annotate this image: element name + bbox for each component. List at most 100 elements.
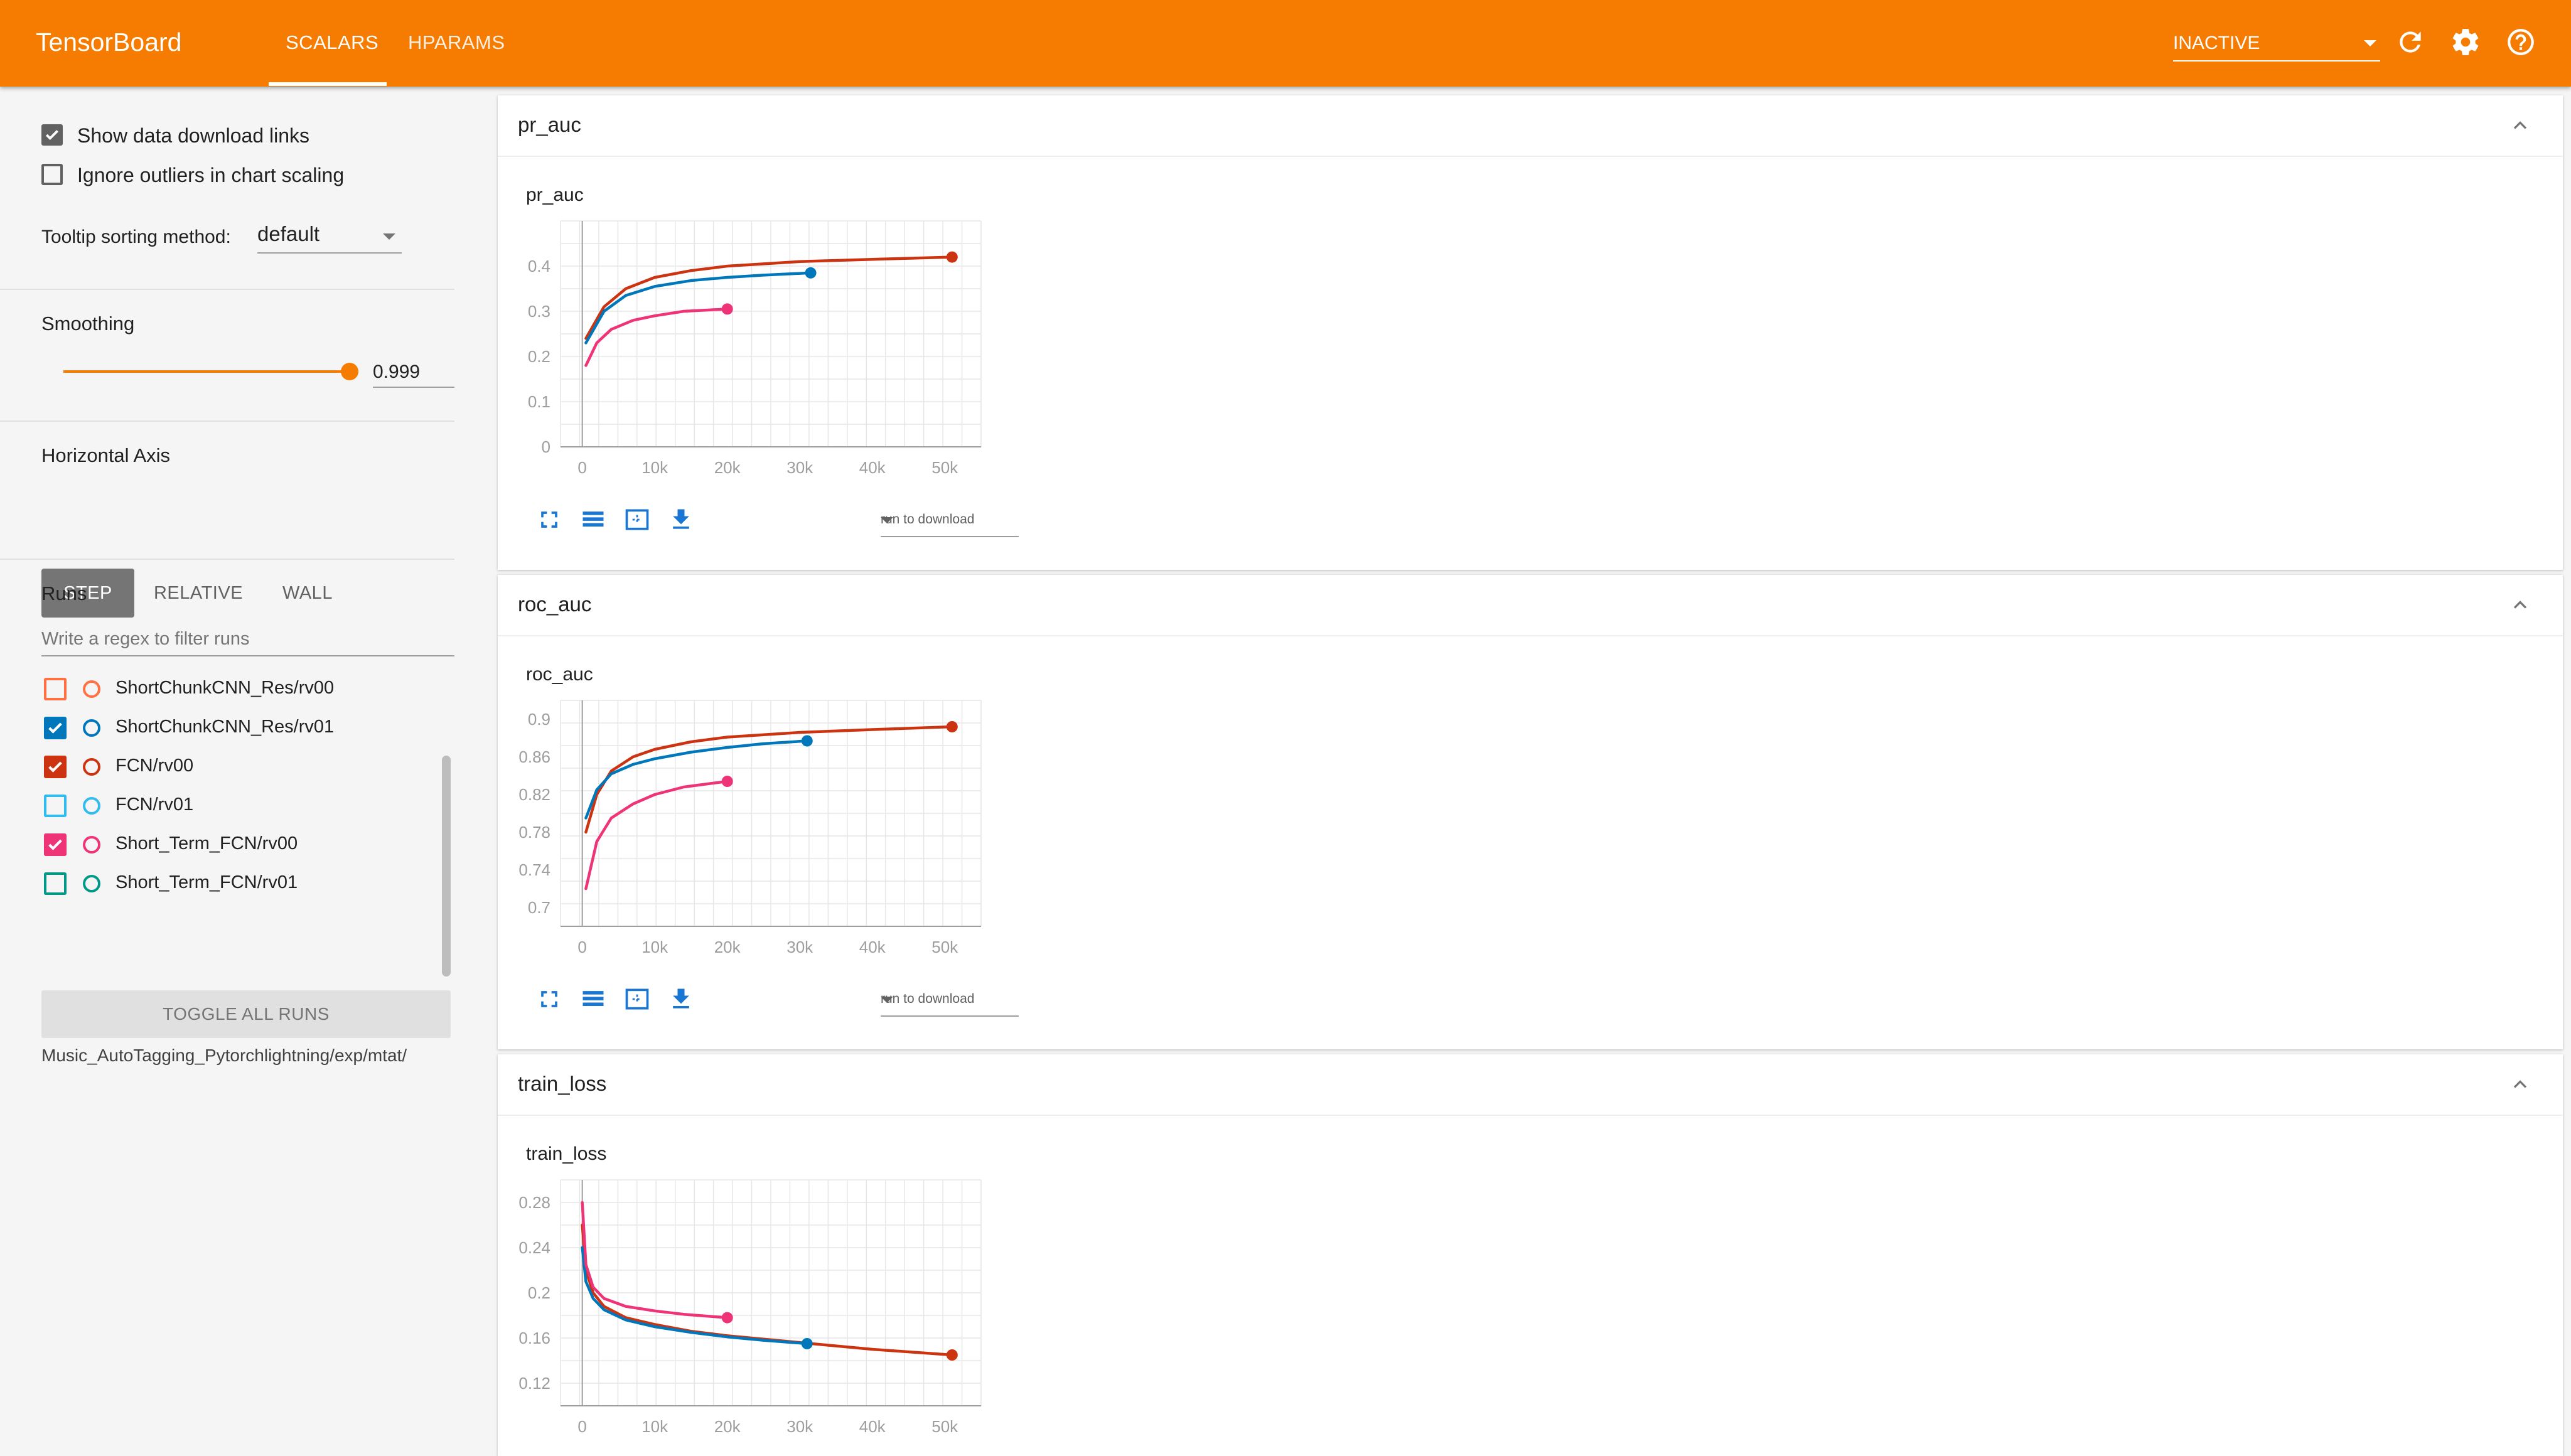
y-tick-label: 0.78 (518, 823, 550, 842)
tooltip-sorting-label: Tooltip sorting method: (41, 227, 231, 247)
chevron-up-icon[interactable] (2509, 1073, 2531, 1096)
y-tick-label: 0.9 (528, 710, 550, 729)
series-end-point (721, 776, 733, 787)
run-checkbox[interactable] (44, 833, 67, 856)
tooltip-sorting-value: default (257, 222, 320, 245)
inactive-plugins-select[interactable]: INACTIVE (2173, 29, 2380, 62)
runs-label: Runs (41, 582, 87, 604)
run-item[interactable]: FCN/rv01 (44, 790, 439, 821)
ignore-outliers-label: Ignore outliers in chart scaling (77, 164, 345, 186)
checkmark-icon (48, 761, 62, 773)
chevron-up-icon[interactable] (2509, 114, 2531, 137)
x-tick-label: 40k (859, 458, 886, 477)
category-header[interactable]: train_loss (498, 1054, 2563, 1116)
series-line (584, 308, 729, 367)
show-download-links-checkbox[interactable] (41, 124, 63, 146)
tab-hparams[interactable]: HPARAMS (408, 31, 505, 54)
checkmark-icon (48, 839, 62, 850)
ignore-outliers-checkbox[interactable] (41, 164, 63, 185)
refresh-icon[interactable] (2395, 26, 2426, 58)
chart-title: train_loss (526, 1143, 607, 1164)
run-color-swatch[interactable] (83, 836, 100, 854)
horizontal-axis-label: Horizontal Axis (41, 444, 171, 466)
line-chart[interactable]: 0.12 0.16 0.2 0.24 0.28 0 10k 20k 30k 40k 50k (498, 1167, 1000, 1443)
x-tick-label: 10k (641, 938, 668, 956)
series-end-point (721, 303, 733, 315)
series-end-point (721, 1312, 733, 1324)
run-checkbox[interactable] (44, 717, 67, 739)
fit-domain-icon[interactable] (623, 985, 651, 1013)
help-icon[interactable] (2505, 26, 2536, 58)
run-color-swatch[interactable] (83, 758, 100, 776)
run-color-swatch[interactable] (83, 719, 100, 737)
category-header[interactable]: roc_auc (498, 575, 2563, 636)
fullscreen-icon[interactable] (535, 985, 563, 1013)
run-name: ShortChunkCNN_Res/rv00 (115, 678, 335, 698)
y-tick-label: 0.16 (518, 1329, 550, 1347)
run-item[interactable]: Short_Term_FCN/rv01 (44, 867, 439, 899)
log-directory: Music_AutoTagging_Pytorchlightning/exp/m… (41, 1046, 407, 1065)
sidebar: Show data download links Ignore outliers… (0, 87, 480, 1446)
y-tick-label: 0.86 (518, 747, 550, 766)
series-line (584, 779, 729, 891)
fullscreen-icon[interactable] (535, 506, 563, 533)
tab-scalars[interactable]: SCALARS (286, 31, 378, 54)
category-header[interactable]: pr_auc (498, 95, 2563, 157)
x-tick-label: 50k (931, 938, 958, 956)
divider (0, 420, 454, 422)
run-to-download-select[interactable]: run to download (881, 508, 1019, 537)
show-download-links-label: Show data download links (77, 124, 310, 147)
divider (0, 289, 454, 290)
axis-wall-button[interactable]: WALL (264, 569, 352, 618)
run-color-swatch[interactable] (83, 680, 100, 698)
run-item[interactable]: ShortChunkCNN_Res/rv00 (44, 673, 439, 704)
run-to-download-label: run to download (881, 992, 975, 1006)
download-icon[interactable] (667, 506, 695, 533)
x-tick-label: 40k (859, 1417, 886, 1436)
series-end-point (801, 735, 813, 747)
smoothing-slider-track[interactable] (63, 370, 350, 373)
runs-scrollbar[interactable] (442, 756, 451, 977)
series-line (584, 255, 954, 340)
run-item[interactable]: FCN/rv00 (44, 751, 439, 782)
data-table-icon[interactable] (579, 985, 607, 1013)
smoothing-input[interactable]: 0.999 (373, 356, 454, 388)
y-tick-label: 0 (542, 437, 550, 456)
fit-domain-icon[interactable] (623, 506, 651, 533)
data-table-icon[interactable] (579, 506, 607, 533)
x-tick-label: 0 (577, 938, 586, 956)
run-item[interactable]: ShortChunkCNN_Res/rv01 (44, 712, 439, 743)
y-tick-label: 0.4 (528, 257, 550, 276)
chart-title: roc_auc (526, 664, 593, 685)
runs-filter-input[interactable]: Write a regex to filter runs (41, 624, 454, 656)
checkmark-icon (48, 722, 62, 734)
category-card: train_loss train_loss 0.12 0.16 0.2 0.24 0.2… (498, 1054, 2563, 1456)
y-tick-label: 0.2 (528, 347, 550, 366)
tooltip-sorting-select[interactable]: default (257, 220, 402, 254)
toggle-all-runs-button[interactable]: TOGGLE ALL RUNS (41, 990, 451, 1038)
run-to-download-select[interactable]: run to download (881, 988, 1019, 1017)
x-tick-label: 30k (786, 458, 813, 477)
run-checkbox[interactable] (44, 872, 67, 895)
settings-gear-icon[interactable] (2450, 26, 2481, 58)
chevron-up-icon[interactable] (2509, 594, 2531, 616)
download-icon[interactable] (667, 985, 695, 1013)
line-chart[interactable]: 0.7 0.74 0.78 0.82 0.86 0.9 0 10k 20k 30k 40k 50k (498, 688, 1000, 964)
run-checkbox[interactable] (44, 756, 67, 778)
run-checkbox[interactable] (44, 795, 67, 817)
axis-relative-button[interactable]: RELATIVE (144, 569, 252, 618)
x-tick-label: 10k (641, 458, 668, 477)
y-tick-label: 0.28 (518, 1193, 550, 1212)
x-tick-label: 50k (931, 1417, 958, 1436)
category-title: pr_auc (518, 113, 581, 136)
run-item[interactable]: Short_Term_FCN/rv00 (44, 828, 439, 860)
x-tick-label: 20k (714, 1417, 741, 1436)
run-color-swatch[interactable] (83, 875, 100, 892)
line-chart[interactable]: 0 0.1 0.2 0.3 0.4 0 10k 20k 30k 40k 50k (498, 208, 1000, 484)
run-checkbox[interactable] (44, 678, 67, 700)
inactive-select-value: INACTIVE (2173, 33, 2260, 53)
run-color-swatch[interactable] (83, 797, 100, 815)
run-name: FCN/rv01 (115, 795, 194, 815)
smoothing-slider-thumb[interactable] (341, 363, 358, 380)
series-line (581, 1223, 954, 1357)
